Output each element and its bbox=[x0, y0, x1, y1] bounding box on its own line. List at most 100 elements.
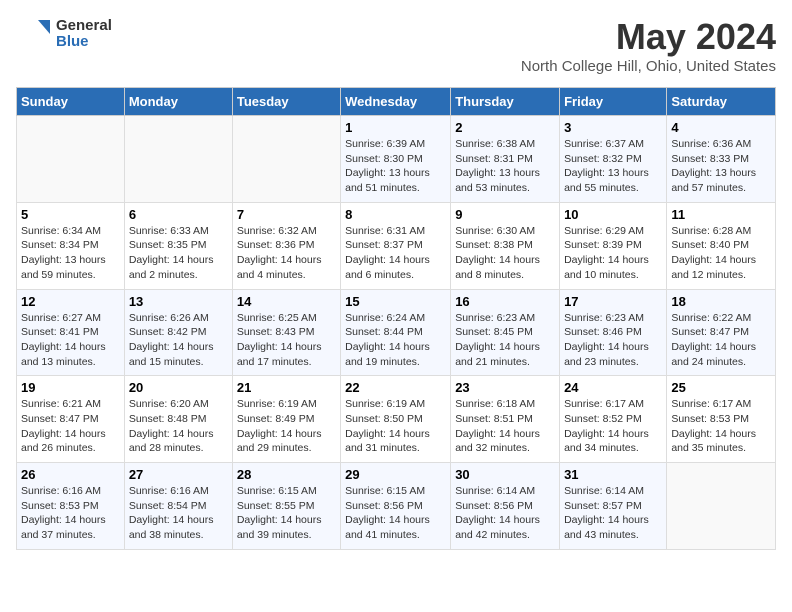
day-info: Sunrise: 6:16 AMSunset: 8:53 PMDaylight:… bbox=[21, 484, 120, 543]
day-info: Sunrise: 6:15 AMSunset: 8:55 PMDaylight:… bbox=[237, 484, 336, 543]
day-info: Sunrise: 6:29 AMSunset: 8:39 PMDaylight:… bbox=[564, 224, 662, 283]
table-row: 14 Sunrise: 6:25 AMSunset: 8:43 PMDayligh… bbox=[232, 289, 340, 376]
table-row: 21 Sunrise: 6:19 AMSunset: 8:49 PMDayligh… bbox=[232, 376, 340, 463]
day-info: Sunrise: 6:17 AMSunset: 8:53 PMDaylight:… bbox=[671, 397, 771, 456]
table-row: 6 Sunrise: 6:33 AMSunset: 8:35 PMDaylight… bbox=[124, 202, 232, 289]
day-number: 13 bbox=[129, 294, 228, 309]
day-number: 16 bbox=[455, 294, 555, 309]
day-number: 30 bbox=[455, 467, 555, 482]
day-number: 19 bbox=[21, 380, 120, 395]
day-info: Sunrise: 6:33 AMSunset: 8:35 PMDaylight:… bbox=[129, 224, 228, 283]
day-info: Sunrise: 6:37 AMSunset: 8:32 PMDaylight:… bbox=[564, 137, 662, 196]
day-info: Sunrise: 6:27 AMSunset: 8:41 PMDaylight:… bbox=[21, 311, 120, 370]
table-row bbox=[17, 116, 125, 203]
day-number: 21 bbox=[237, 380, 336, 395]
day-info: Sunrise: 6:26 AMSunset: 8:42 PMDaylight:… bbox=[129, 311, 228, 370]
day-number: 8 bbox=[345, 207, 446, 222]
day-number: 11 bbox=[671, 207, 771, 222]
day-number: 26 bbox=[21, 467, 120, 482]
day-info: Sunrise: 6:31 AMSunset: 8:37 PMDaylight:… bbox=[345, 224, 446, 283]
table-row: 24 Sunrise: 6:17 AMSunset: 8:52 PMDayligh… bbox=[560, 376, 667, 463]
table-row: 1Sunrise: 6:39 AMSunset: 8:30 PMDaylight… bbox=[341, 116, 451, 203]
day-number: 24 bbox=[564, 380, 662, 395]
calendar-header: Sunday Monday Tuesday Wednesday Thursday… bbox=[17, 88, 776, 116]
calendar-table: Sunday Monday Tuesday Wednesday Thursday… bbox=[16, 87, 776, 550]
day-info: Sunrise: 6:21 AMSunset: 8:47 PMDaylight:… bbox=[21, 397, 120, 456]
day-info: Sunrise: 6:17 AMSunset: 8:52 PMDaylight:… bbox=[564, 397, 662, 456]
table-row: 27Sunrise: 6:16 AMSunset: 8:54 PMDayligh… bbox=[124, 463, 232, 550]
day-info: Sunrise: 6:14 AMSunset: 8:57 PMDaylight:… bbox=[564, 484, 662, 543]
table-row bbox=[667, 463, 776, 550]
day-info: Sunrise: 6:23 AMSunset: 8:46 PMDaylight:… bbox=[564, 311, 662, 370]
table-row: 8 Sunrise: 6:31 AMSunset: 8:37 PMDaylight… bbox=[341, 202, 451, 289]
title-area: May 2024 North College Hill, Ohio, Unite… bbox=[521, 16, 776, 75]
day-info: Sunrise: 6:36 AMSunset: 8:33 PMDaylight:… bbox=[671, 137, 771, 196]
day-info: Sunrise: 6:38 AMSunset: 8:31 PMDaylight:… bbox=[455, 137, 555, 196]
day-number: 3 bbox=[564, 120, 662, 135]
table-row: 7 Sunrise: 6:32 AMSunset: 8:36 PMDaylight… bbox=[232, 202, 340, 289]
day-number: 25 bbox=[671, 380, 771, 395]
day-number: 14 bbox=[237, 294, 336, 309]
day-number: 23 bbox=[455, 380, 555, 395]
day-number: 31 bbox=[564, 467, 662, 482]
logo-general: General bbox=[56, 18, 112, 35]
table-row: 11Sunrise: 6:28 AMSunset: 8:40 PMDayligh… bbox=[667, 202, 776, 289]
day-info: Sunrise: 6:25 AMSunset: 8:43 PMDaylight:… bbox=[237, 311, 336, 370]
day-number: 4 bbox=[671, 120, 771, 135]
table-row: 19 Sunrise: 6:21 AMSunset: 8:47 PMDayligh… bbox=[17, 376, 125, 463]
day-info: Sunrise: 6:30 AMSunset: 8:38 PMDaylight:… bbox=[455, 224, 555, 283]
day-number: 20 bbox=[129, 380, 228, 395]
col-thursday: Thursday bbox=[451, 88, 560, 116]
day-number: 1 bbox=[345, 120, 446, 135]
calendar-body: 1Sunrise: 6:39 AMSunset: 8:30 PMDaylight… bbox=[17, 116, 776, 550]
day-info: Sunrise: 6:22 AMSunset: 8:47 PMDaylight:… bbox=[671, 311, 771, 370]
day-number: 17 bbox=[564, 294, 662, 309]
logo-svg bbox=[16, 16, 52, 52]
col-monday: Monday bbox=[124, 88, 232, 116]
table-row: 28 Sunrise: 6:15 AMSunset: 8:55 PMDayligh… bbox=[232, 463, 340, 550]
day-info: Sunrise: 6:19 AMSunset: 8:50 PMDaylight:… bbox=[345, 397, 446, 456]
day-info: Sunrise: 6:23 AMSunset: 8:45 PMDaylight:… bbox=[455, 311, 555, 370]
day-info: Sunrise: 6:15 AMSunset: 8:56 PMDaylight:… bbox=[345, 484, 446, 543]
day-number: 18 bbox=[671, 294, 771, 309]
day-number: 6 bbox=[129, 207, 228, 222]
logo: General Blue bbox=[16, 16, 112, 52]
day-info: Sunrise: 6:19 AMSunset: 8:49 PMDaylight:… bbox=[237, 397, 336, 456]
table-row bbox=[124, 116, 232, 203]
day-info: Sunrise: 6:32 AMSunset: 8:36 PMDaylight:… bbox=[237, 224, 336, 283]
col-tuesday: Tuesday bbox=[232, 88, 340, 116]
table-row: 5Sunrise: 6:34 AMSunset: 8:34 PMDaylight… bbox=[17, 202, 125, 289]
day-info: Sunrise: 6:20 AMSunset: 8:48 PMDaylight:… bbox=[129, 397, 228, 456]
day-info: Sunrise: 6:24 AMSunset: 8:44 PMDaylight:… bbox=[345, 311, 446, 370]
day-number: 28 bbox=[237, 467, 336, 482]
table-row: 25 Sunrise: 6:17 AMSunset: 8:53 PMDayligh… bbox=[667, 376, 776, 463]
col-sunday: Sunday bbox=[17, 88, 125, 116]
table-row: 12Sunrise: 6:27 AMSunset: 8:41 PMDayligh… bbox=[17, 289, 125, 376]
day-number: 15 bbox=[345, 294, 446, 309]
day-number: 10 bbox=[564, 207, 662, 222]
table-row: 2Sunrise: 6:38 AMSunset: 8:31 PMDaylight… bbox=[451, 116, 560, 203]
table-row: 22 Sunrise: 6:19 AMSunset: 8:50 PMDayligh… bbox=[341, 376, 451, 463]
day-number: 9 bbox=[455, 207, 555, 222]
table-row: 10 Sunrise: 6:29 AMSunset: 8:39 PMDayligh… bbox=[560, 202, 667, 289]
col-saturday: Saturday bbox=[667, 88, 776, 116]
page-subtitle: North College Hill, Ohio, United States bbox=[521, 58, 776, 75]
day-number: 5 bbox=[21, 207, 120, 222]
page-title: May 2024 bbox=[521, 16, 776, 58]
logo-blue: Blue bbox=[56, 34, 112, 51]
table-row: 4 Sunrise: 6:36 AMSunset: 8:33 PMDaylight… bbox=[667, 116, 776, 203]
table-row: 30 Sunrise: 6:14 AMSunset: 8:56 PMDayligh… bbox=[451, 463, 560, 550]
day-number: 7 bbox=[237, 207, 336, 222]
day-number: 22 bbox=[345, 380, 446, 395]
table-row: 20 Sunrise: 6:20 AMSunset: 8:48 PMDayligh… bbox=[124, 376, 232, 463]
table-row: 15 Sunrise: 6:24 AMSunset: 8:44 PMDayligh… bbox=[341, 289, 451, 376]
col-friday: Friday bbox=[560, 88, 667, 116]
table-row: 16 Sunrise: 6:23 AMSunset: 8:45 PMDayligh… bbox=[451, 289, 560, 376]
day-info: Sunrise: 6:14 AMSunset: 8:56 PMDaylight:… bbox=[455, 484, 555, 543]
table-row: 31 Sunrise: 6:14 AMSunset: 8:57 PMDayligh… bbox=[560, 463, 667, 550]
table-row: 9 Sunrise: 6:30 AMSunset: 8:38 PMDaylight… bbox=[451, 202, 560, 289]
table-row: 26 Sunrise: 6:16 AMSunset: 8:53 PMDayligh… bbox=[17, 463, 125, 550]
page-header: General Blue May 2024 North College Hill… bbox=[16, 16, 776, 75]
table-row: 29Sunrise: 6:15 AMSunset: 8:56 PMDayligh… bbox=[341, 463, 451, 550]
table-row: 18 Sunrise: 6:22 AMSunset: 8:47 PMDayligh… bbox=[667, 289, 776, 376]
